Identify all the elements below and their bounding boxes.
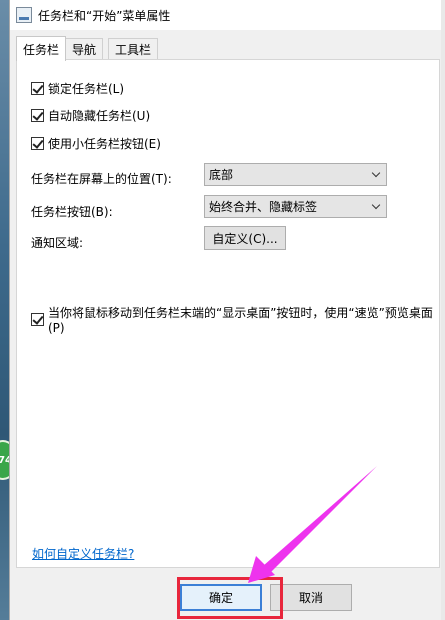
peek-option[interactable]: 当你将鼠标移动到任务栏末端的“显示桌面”按钮时，使用“速览”预览桌面(P)	[31, 306, 439, 335]
tab-taskbar[interactable]: 任务栏	[16, 36, 67, 61]
taskbar-settings-icon	[16, 7, 32, 23]
help-link[interactable]: 如何自定义任务栏?	[32, 545, 134, 562]
desktop-background	[0, 0, 9, 620]
taskbar-buttons-select[interactable]: 始终合并、隐藏标签	[204, 195, 387, 218]
tab-navigation[interactable]: 导航	[65, 38, 104, 60]
lock-taskbar-label: 锁定任务栏(L)	[48, 81, 125, 96]
autohide-taskbar-checkbox[interactable]	[31, 108, 44, 122]
peek-label: 当你将鼠标移动到任务栏末端的“显示桌面”按钮时，使用“速览”预览桌面(P)	[48, 305, 433, 335]
title-bar: 任务栏和“开始”菜单属性	[10, 0, 445, 30]
tab-toolbars[interactable]: 工具栏	[108, 38, 159, 60]
taskbar-buttons-value: 始终合并、隐藏标签	[209, 200, 318, 214]
customize-button[interactable]: 自定义(C)...	[204, 226, 286, 250]
chevron-down-icon	[371, 200, 381, 210]
autohide-taskbar-option[interactable]: 自动隐藏任务栏(U)	[31, 106, 150, 124]
small-buttons-label: 使用小任务栏按钮(E)	[48, 136, 161, 151]
peek-checkbox[interactable]	[31, 312, 44, 326]
lock-taskbar-checkbox[interactable]	[31, 81, 44, 95]
taskbar-position-select[interactable]: 底部	[204, 163, 387, 186]
lock-taskbar-option[interactable]: 锁定任务栏(L)	[31, 79, 124, 97]
window-title: 任务栏和“开始”菜单属性	[38, 8, 171, 23]
taskbar-panel: 锁定任务栏(L) 自动隐藏任务栏(U) 使用小任务栏按钮(E) 任务栏在屏幕上的…	[16, 59, 440, 568]
notification-area-label: 通知区域:	[31, 236, 84, 250]
properties-dialog: 任务栏和“开始”菜单属性 任务栏 导航 工具栏 锁定任务栏(L) 自动隐藏任务栏…	[9, 0, 445, 620]
taskbar-position-label: 任务栏在屏幕上的位置(T):	[31, 172, 172, 186]
autohide-taskbar-label: 自动隐藏任务栏(U)	[48, 108, 151, 123]
small-buttons-option[interactable]: 使用小任务栏按钮(E)	[31, 134, 161, 152]
window-edge	[441, 0, 445, 620]
tab-strip: 任务栏 导航 工具栏	[16, 36, 159, 61]
taskbar-buttons-label: 任务栏按钮(B):	[31, 205, 113, 219]
ok-highlight-box	[177, 577, 283, 619]
chevron-down-icon	[371, 168, 381, 178]
small-buttons-checkbox[interactable]	[31, 136, 44, 150]
taskbar-position-value: 底部	[209, 168, 234, 182]
